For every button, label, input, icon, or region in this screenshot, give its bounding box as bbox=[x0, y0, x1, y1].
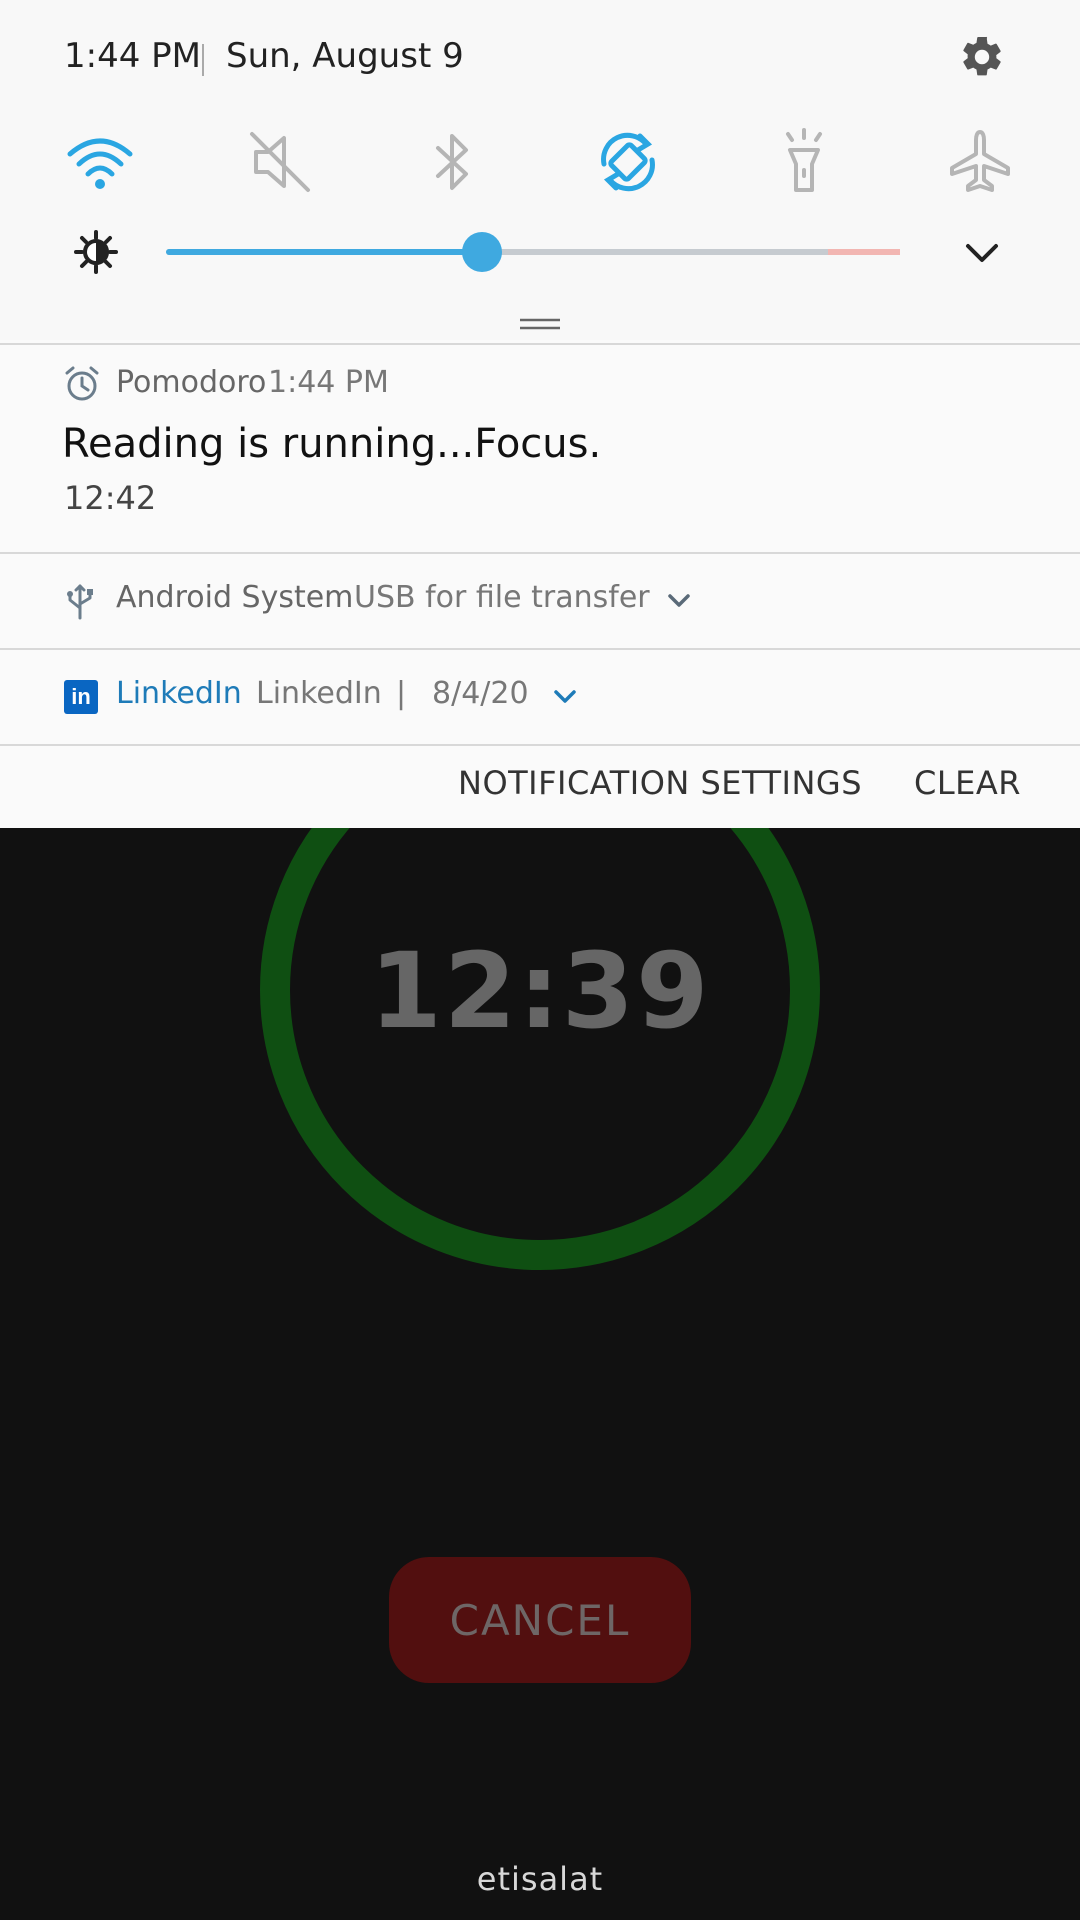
quick-settings-panel: 1:44 PM Sun, August 9 bbox=[0, 0, 1080, 340]
notification-pomodoro[interactable]: Pomodoro 1:44 PM Reading is running...Fo… bbox=[0, 345, 1080, 552]
bluetooth-icon[interactable] bbox=[414, 124, 490, 200]
notification-separator: | bbox=[396, 676, 407, 711]
airplane-icon[interactable] bbox=[942, 124, 1018, 200]
linkedin-icon: in bbox=[64, 680, 98, 714]
notification-time: 1:44 PM bbox=[268, 365, 389, 400]
timer-display: 12:39 bbox=[369, 930, 711, 1052]
status-date: Sun, August 9 bbox=[226, 36, 464, 76]
alarm-clock-icon bbox=[65, 366, 99, 401]
chevron-down-icon[interactable] bbox=[666, 592, 692, 610]
status-time: 1:44 PM bbox=[64, 36, 201, 76]
notification-title: Reading is running...Focus. bbox=[62, 421, 602, 467]
brightness-icon bbox=[74, 230, 118, 274]
notification-text: LinkedIn bbox=[256, 676, 382, 711]
notification-body: 12:42 bbox=[64, 479, 157, 517]
brightness-slider-thumb[interactable] bbox=[462, 232, 502, 272]
wifi-icon[interactable] bbox=[62, 124, 138, 200]
notification-date: 8/4/20 bbox=[432, 676, 529, 711]
notification-text: USB for file transfer bbox=[354, 580, 650, 615]
status-separator bbox=[202, 44, 204, 76]
notification-app-name: Pomodoro bbox=[116, 365, 267, 400]
notification-shade: 1:44 PM Sun, August 9 Pomodoro 1:44 PM R… bbox=[0, 0, 1080, 828]
usb-icon bbox=[67, 584, 93, 620]
clear-button[interactable]: CLEAR bbox=[914, 764, 1021, 802]
divider bbox=[0, 744, 1080, 746]
notification-app-name: Android System bbox=[116, 580, 354, 615]
gear-icon[interactable] bbox=[958, 33, 1006, 81]
notification-app-name: LinkedIn bbox=[116, 676, 242, 711]
notification-android-system[interactable]: Android System USB for file transfer bbox=[0, 554, 1080, 648]
notification-linkedin[interactable]: in LinkedIn LinkedIn | 8/4/20 bbox=[0, 650, 1080, 744]
carrier-label: etisalat bbox=[476, 1860, 604, 1898]
chevron-down-icon[interactable] bbox=[552, 688, 578, 706]
chevron-down-icon[interactable] bbox=[962, 238, 1002, 268]
brightness-slider-fill bbox=[166, 249, 482, 255]
rotate-icon[interactable] bbox=[590, 124, 666, 200]
flashlight-icon[interactable] bbox=[766, 124, 842, 200]
drag-handle[interactable] bbox=[520, 318, 560, 330]
notification-settings-button[interactable]: NOTIFICATION SETTINGS bbox=[458, 764, 862, 802]
brightness-high-zone bbox=[828, 249, 900, 255]
cancel-button[interactable]: CANCEL bbox=[389, 1557, 691, 1683]
mute-icon[interactable] bbox=[242, 124, 318, 200]
